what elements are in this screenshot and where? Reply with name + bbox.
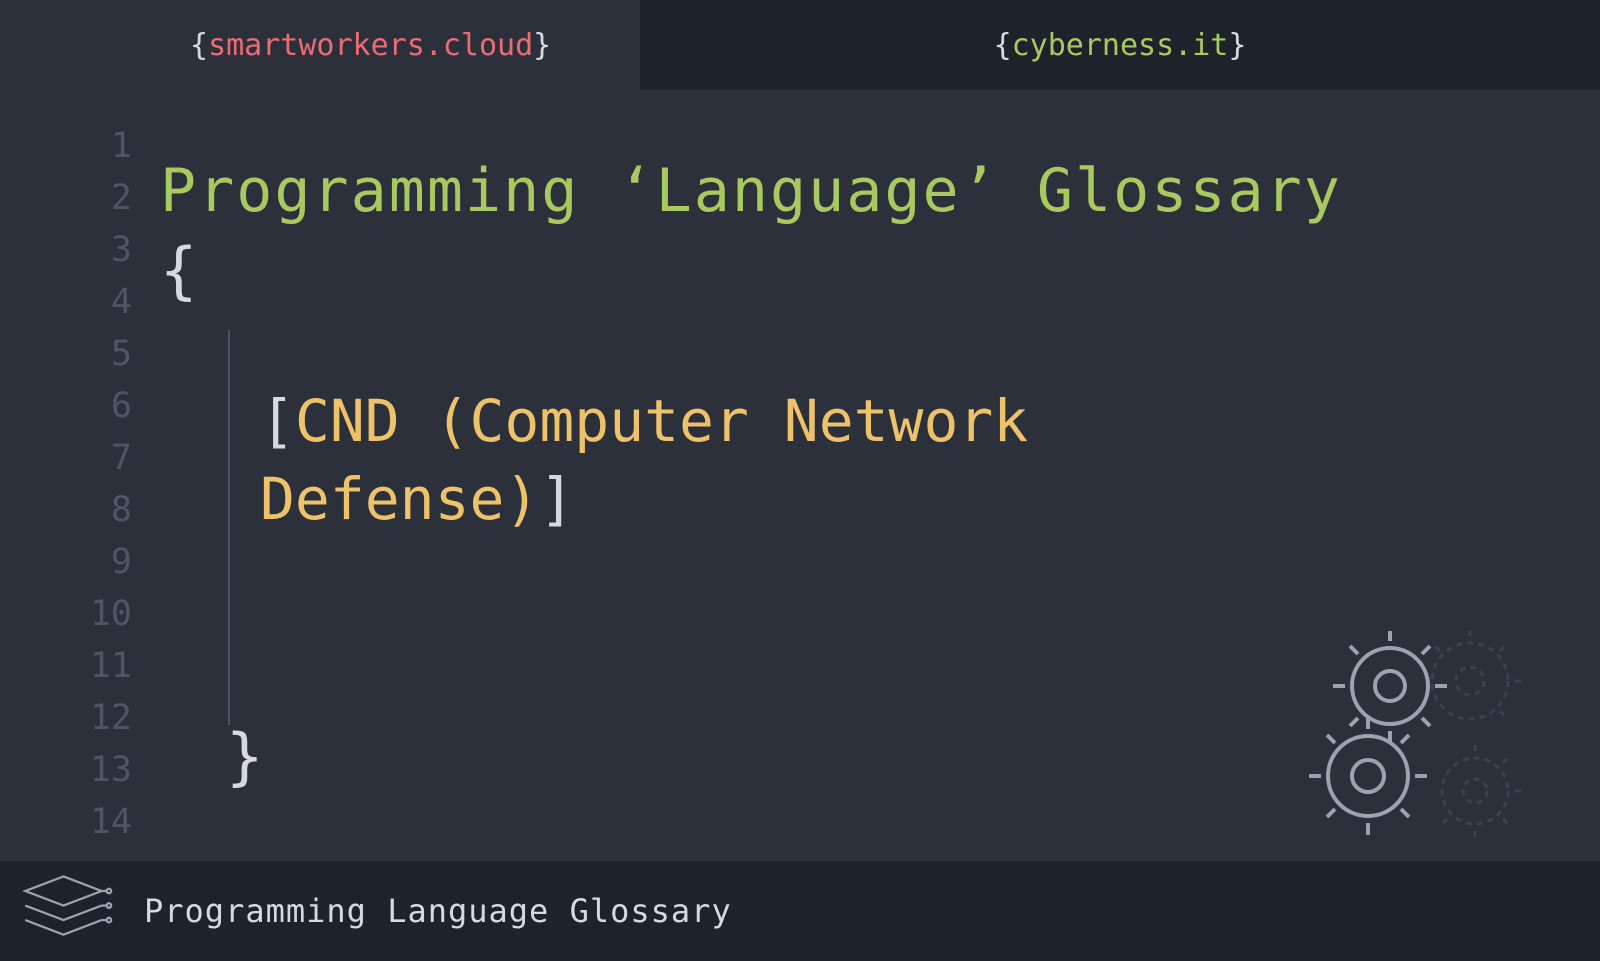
line-number: 5 — [0, 328, 132, 380]
line-number: 3 — [0, 224, 132, 276]
footer: Programming Language Glossary — [0, 861, 1600, 961]
term-text: CND (Computer Network Defense) — [260, 387, 1028, 533]
line-number: 2 — [0, 172, 132, 224]
line-number: 14 — [0, 796, 132, 848]
line-number: 11 — [0, 640, 132, 692]
brace-open: { — [190, 28, 208, 63]
footer-text: Programming Language Glossary — [144, 892, 732, 930]
line-number: 8 — [0, 484, 132, 536]
gears-icon — [1300, 631, 1530, 841]
brace-close: } — [1228, 28, 1246, 63]
indent-guide — [228, 330, 230, 725]
code-brace-open: { — [160, 234, 1600, 307]
code-brace-close: } — [226, 720, 263, 793]
line-number: 6 — [0, 380, 132, 432]
brace-open: { — [994, 28, 1012, 63]
brand-cyberness: cyberness.it — [1012, 28, 1229, 63]
tab-smartworkers[interactable]: {smartworkers.cloud} — [0, 0, 640, 90]
line-number: 9 — [0, 536, 132, 588]
line-number: 10 — [0, 588, 132, 640]
brand-smartworkers: smartworkers.cloud — [208, 28, 533, 63]
line-gutter: 1234567891011121314 — [0, 120, 160, 850]
line-number: 4 — [0, 276, 132, 328]
line-number: 1 — [0, 120, 132, 172]
line-number: 7 — [0, 432, 132, 484]
header: {smartworkers.cloud} {cyberness.it} — [0, 0, 1600, 90]
line-number: 13 — [0, 744, 132, 796]
tab-cyberness[interactable]: {cyberness.it} — [640, 0, 1600, 90]
layers-icon — [18, 871, 118, 951]
bracket-open: [ — [260, 387, 295, 455]
page-title: Programming ‘Language’ Glossary — [160, 156, 1600, 226]
brace-close: } — [533, 28, 551, 63]
line-number: 12 — [0, 692, 132, 744]
bracket-close: ] — [539, 465, 574, 533]
glossary-term: [CND (Computer Network Defense)] — [260, 382, 1210, 538]
